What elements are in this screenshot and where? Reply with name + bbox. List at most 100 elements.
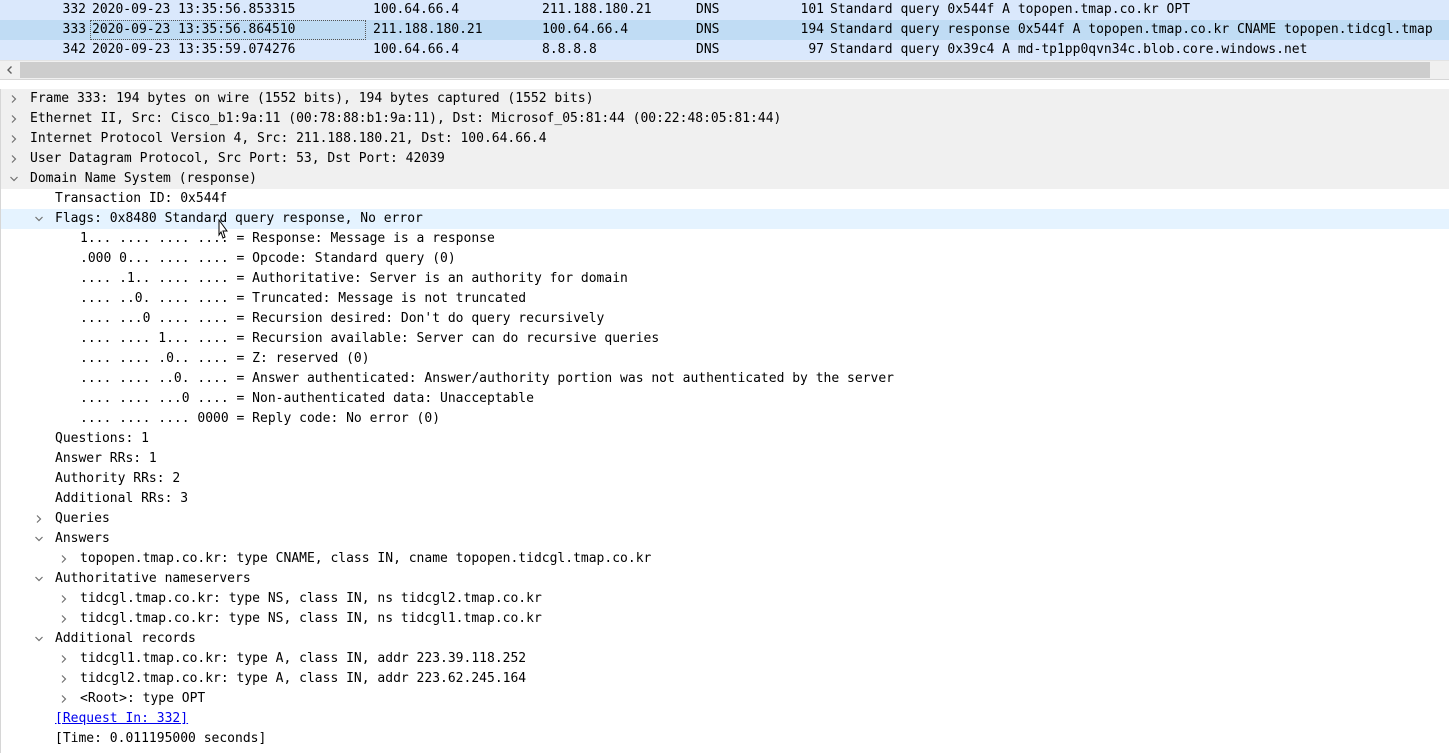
- relation-gutter: [0, 40, 22, 60]
- packet-destination: 100.64.66.4: [542, 22, 629, 37]
- packet-source: 211.188.180.21: [373, 22, 483, 37]
- tree-item-label: .... ..0. .... .... = Truncated: Message…: [80, 291, 527, 306]
- packet-protocol: DNS: [696, 2, 720, 17]
- chevron-right-icon[interactable]: [57, 649, 71, 669]
- tree-item-label: Transaction ID: 0x544f: [55, 191, 228, 206]
- chevron-right-icon[interactable]: [7, 89, 21, 109]
- tree-item-time[interactable]: [Time: 0.011195000 seconds]: [1, 729, 1449, 749]
- tree-item-flag-opcode[interactable]: .000 0... .... .... = Opcode: Standard q…: [1, 249, 1449, 269]
- tree-item-questions[interactable]: Questions: 1: [1, 429, 1449, 449]
- tree-item-flag-non-authenticated[interactable]: .... .... ...0 .... = Non-authenticated …: [1, 389, 1449, 409]
- packet-length: 194: [800, 22, 824, 37]
- chevron-down-icon[interactable]: [32, 569, 46, 589]
- tree-item-label: Frame 333: 194 bytes on wire (1552 bits)…: [30, 91, 594, 106]
- tree-item-authoritative-nameservers[interactable]: Authoritative nameservers: [1, 569, 1449, 589]
- tree-item-dns[interactable]: Domain Name System (response): [1, 169, 1449, 189]
- tree-item-label: tidcgl.tmap.co.kr: type NS, class IN, ns…: [80, 591, 542, 606]
- packet-source: 100.64.66.4: [373, 42, 460, 57]
- tree-item-label: Ethernet II, Src: Cisco_b1:9a:11 (00:78:…: [30, 111, 782, 126]
- packet-row-332[interactable]: 332 2020-09-23 13:35:56.853315 100.64.66…: [0, 0, 1449, 20]
- tree-item-additional-record[interactable]: tidcgl2.tmap.co.kr: type A, class IN, ad…: [1, 669, 1449, 689]
- tree-item-flag-authoritative[interactable]: .... .1.. .... .... = Authoritative: Ser…: [1, 269, 1449, 289]
- chevron-down-icon[interactable]: [32, 629, 46, 649]
- chevron-right-icon[interactable]: [57, 589, 71, 609]
- tree-item-ip[interactable]: Internet Protocol Version 4, Src: 211.18…: [1, 129, 1449, 149]
- tree-item-label: Queries: [55, 511, 110, 526]
- tree-item-label: .... .1.. .... .... = Authoritative: Ser…: [80, 271, 628, 286]
- packet-time: 2020-09-23 13:35:56.864510: [90, 20, 366, 40]
- chevron-down-icon[interactable]: [32, 209, 46, 229]
- chevron-right-icon[interactable]: [7, 129, 21, 149]
- arrow-left-icon[interactable]: [0, 61, 20, 79]
- tree-item-label: User Datagram Protocol, Src Port: 53, Ds…: [30, 151, 445, 166]
- tree-item-udp[interactable]: User Datagram Protocol, Src Port: 53, Ds…: [1, 149, 1449, 169]
- request-in-link[interactable]: [Request In: 332]: [55, 709, 188, 729]
- tree-item-label: Internet Protocol Version 4, Src: 211.18…: [30, 131, 547, 146]
- tree-item-ethernet[interactable]: Ethernet II, Src: Cisco_b1:9a:11 (00:78:…: [1, 109, 1449, 129]
- packet-info: Standard query 0x544f A topopen.tmap.co.…: [830, 2, 1191, 17]
- request-relation-icon: [0, 0, 22, 20]
- tree-item-additional-rrs[interactable]: Additional RRs: 3: [1, 489, 1449, 509]
- chevron-down-icon[interactable]: [32, 529, 46, 549]
- tree-item-transaction-id[interactable]: Transaction ID: 0x544f: [1, 189, 1449, 209]
- tree-item-label: tidcgl2.tmap.co.kr: type A, class IN, ad…: [80, 671, 527, 686]
- packet-destination: 8.8.8.8: [542, 42, 597, 57]
- tree-item-label: Additional RRs: 3: [55, 491, 189, 506]
- tree-item-label: Questions: 1: [55, 431, 149, 446]
- packet-details-tree[interactable]: Frame 333: 194 bytes on wire (1552 bits)…: [0, 89, 1449, 753]
- packet-destination: 211.188.180.21: [542, 2, 652, 17]
- chevron-right-icon[interactable]: [57, 669, 71, 689]
- packet-no: 332: [62, 2, 86, 17]
- tree-item-authority-rrs[interactable]: Authority RRs: 2: [1, 469, 1449, 489]
- packet-no: 333: [62, 22, 86, 37]
- tree-item-flag-z[interactable]: .... .... .0.. .... = Z: reserved (0): [1, 349, 1449, 369]
- packet-info: Standard query response 0x544f A topopen…: [830, 22, 1433, 37]
- packet-list[interactable]: 332 2020-09-23 13:35:56.853315 100.64.66…: [0, 0, 1449, 60]
- tree-item-queries[interactable]: Queries: [1, 509, 1449, 529]
- chevron-right-icon[interactable]: [7, 109, 21, 129]
- chevron-right-icon[interactable]: [57, 689, 71, 709]
- tree-item-ns-record[interactable]: tidcgl.tmap.co.kr: type NS, class IN, ns…: [1, 589, 1449, 609]
- tree-item-label: <Root>: type OPT: [80, 691, 206, 706]
- tree-item-label: Additional records: [55, 631, 196, 646]
- packet-row-333[interactable]: 333 2020-09-23 13:35:56.864510 211.188.1…: [0, 20, 1449, 40]
- tree-item-label: tidcgl1.tmap.co.kr: type A, class IN, ad…: [80, 651, 527, 666]
- tree-item-label: topopen.tmap.co.kr: type CNAME, class IN…: [80, 551, 652, 566]
- tree-item-answer-rrs[interactable]: Answer RRs: 1: [1, 449, 1449, 469]
- tree-item-additional-record[interactable]: tidcgl1.tmap.co.kr: type A, class IN, ad…: [1, 649, 1449, 669]
- packet-time: 2020-09-23 13:35:56.853315: [92, 2, 296, 17]
- tree-item-answers[interactable]: Answers: [1, 529, 1449, 549]
- packet-time: 2020-09-23 13:35:59.074276: [92, 42, 296, 57]
- chevron-right-icon[interactable]: [32, 509, 46, 529]
- packet-list-hscrollbar[interactable]: [0, 60, 1449, 79]
- tree-item-additional-record[interactable]: <Root>: type OPT: [1, 689, 1449, 709]
- response-relation-icon: [0, 20, 22, 40]
- packet-protocol: DNS: [696, 42, 720, 57]
- packet-row-342[interactable]: 342 2020-09-23 13:35:59.074276 100.64.66…: [0, 40, 1449, 60]
- tree-item-additional-records[interactable]: Additional records: [1, 629, 1449, 649]
- tree-item-label: .... .... .0.. .... = Z: reserved (0): [80, 351, 370, 366]
- chevron-right-icon[interactable]: [57, 549, 71, 569]
- tree-item-flag-recursion-desired[interactable]: .... ...0 .... .... = Recursion desired:…: [1, 309, 1449, 329]
- tree-item-flag-reply-code[interactable]: .... .... .... 0000 = Reply code: No err…: [1, 409, 1449, 429]
- packet-length: 97: [808, 42, 824, 57]
- tree-item-label: .... .... 1... .... = Recursion availabl…: [80, 331, 660, 346]
- tree-item-label: Domain Name System (response): [30, 171, 257, 186]
- chevron-right-icon[interactable]: [57, 609, 71, 629]
- tree-item-flag-answer-authenticated[interactable]: .... .... ..0. .... = Answer authenticat…: [1, 369, 1449, 389]
- chevron-right-icon[interactable]: [7, 149, 21, 169]
- scrollbar-right-track[interactable]: [1430, 61, 1449, 79]
- tree-item-request-in[interactable]: [Request In: 332]: [1, 709, 1449, 729]
- tree-item-flag-recursion-available[interactable]: .... .... 1... .... = Recursion availabl…: [1, 329, 1449, 349]
- tree-item-flags[interactable]: Flags: 0x8480 Standard query response, N…: [1, 209, 1449, 229]
- tree-item-answer-record[interactable]: topopen.tmap.co.kr: type CNAME, class IN…: [1, 549, 1449, 569]
- tree-item-ns-record[interactable]: tidcgl.tmap.co.kr: type NS, class IN, ns…: [1, 609, 1449, 629]
- chevron-down-icon[interactable]: [7, 169, 21, 189]
- scrollbar-thumb[interactable]: [20, 62, 1430, 78]
- pane-splitter[interactable]: [0, 79, 1449, 89]
- tree-item-flag-truncated[interactable]: .... ..0. .... .... = Truncated: Message…: [1, 289, 1449, 309]
- tree-item-frame[interactable]: Frame 333: 194 bytes on wire (1552 bits)…: [1, 89, 1449, 109]
- tree-item-label: Authoritative nameservers: [55, 571, 251, 586]
- tree-item-flag-response[interactable]: 1... .... .... .... = Response: Message …: [1, 229, 1449, 249]
- tree-item-label: .... .... .... 0000 = Reply code: No err…: [80, 411, 441, 426]
